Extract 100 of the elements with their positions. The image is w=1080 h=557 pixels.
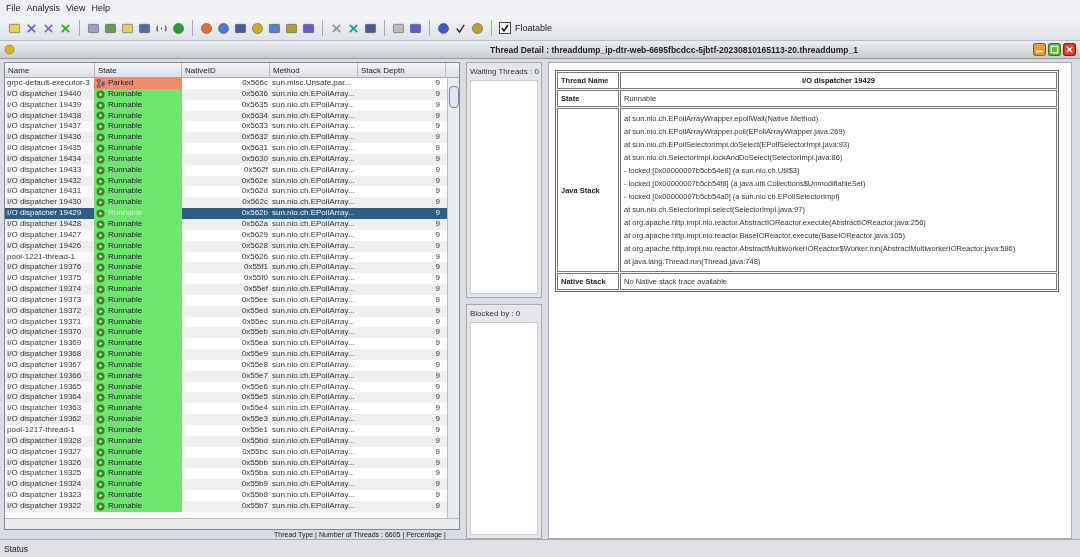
cross-icon[interactable] xyxy=(42,21,55,35)
state-label: Runnable xyxy=(108,425,143,436)
state-label: Parked xyxy=(108,78,134,89)
cross-icon[interactable] xyxy=(25,21,38,35)
table-cell-text: I/O dispatcher 19364 xyxy=(6,392,83,404)
table-cell-text: 9 xyxy=(434,305,441,317)
table-cell-text: 9 xyxy=(434,435,441,447)
table-cell-text: sun.nio.ch.EPollArray... xyxy=(271,164,356,176)
menu-item[interactable]: Analysis xyxy=(26,3,61,13)
table-row[interactable]: I/O dispatcher 19326 Runnable 0x55bb sun.nio.ch.EPollArray... 9 xyxy=(5,457,447,469)
table-row[interactable]: I/O dispatcher 19362 Runnable 0x55e3 sun.nio.ch.EPollArray... 9 xyxy=(5,414,447,425)
table-cell-text: sun.nio.ch.EPollArray... xyxy=(271,99,356,111)
table-cell-text: 9 xyxy=(434,197,441,209)
table-cell-text: I/O dispatcher 19322 xyxy=(6,500,83,512)
table-row[interactable]: I/O dispatcher 19432 Runnable 0x562e sun.nio.ch.EPollArray... 9 xyxy=(5,175,447,187)
table-cell-text: 9 xyxy=(434,218,441,230)
table-cell-text: I/O dispatcher 19433 xyxy=(6,164,83,176)
table-cell-text: 0x562e xyxy=(240,175,269,187)
table-cell-text: 0x55e1 xyxy=(240,425,269,436)
table-row[interactable]: I/O dispatcher 19438 Runnable 0x5634 sun.nio.ch.EPollArray... 9 xyxy=(5,110,447,122)
table-cell-text: 9 xyxy=(434,500,441,512)
menu-item[interactable]: View xyxy=(66,3,86,13)
state-label: Runnable xyxy=(108,468,143,480)
table-cell-text: sun.nio.ch.EPollArray... xyxy=(271,229,356,241)
state-label: Runnable xyxy=(108,132,143,144)
state-label: Runnable xyxy=(108,414,143,425)
play-icon xyxy=(96,328,105,338)
play-icon xyxy=(96,501,105,511)
table-cell-text: 0x5636 xyxy=(240,88,269,100)
cross-icon[interactable] xyxy=(59,21,72,35)
table-cell-text: 9 xyxy=(434,88,441,100)
table-cell-text: sun.misc.Unsafe.par... xyxy=(271,78,353,89)
table-cell-text: 9 xyxy=(434,121,441,133)
table-cell-text: sun.nio.ch.EPollArray... xyxy=(271,284,356,295)
waiting-threads-label: Waiting Threads : 0 xyxy=(469,66,540,78)
table-cell-text: sun.nio.ch.EPollArray... xyxy=(271,414,356,425)
play-icon xyxy=(96,263,105,273)
table-cell-text: 0x566c xyxy=(241,78,269,89)
table-row[interactable]: I/O dispatcher 19324 Runnable 0x55b9 sun.nio.ch.EPollArray... 9 xyxy=(5,479,447,491)
state-label: Runnable xyxy=(108,110,143,122)
table-row[interactable]: I/O dispatcher 19434 Runnable 0x5630 sun.nio.ch.EPollArray... 9 xyxy=(5,153,447,165)
table-cell-text: I/O dispatcher 19430 xyxy=(6,197,83,209)
table-row[interactable]: I/O dispatcher 19426 Runnable 0x5628 sun.nio.ch.EPollArray... 9 xyxy=(5,240,447,252)
play-icon xyxy=(96,176,105,186)
table-row[interactable]: I/O dispatcher 19368 Runnable 0x55e9 sun.nio.ch.EPollArray... 9 xyxy=(5,349,447,360)
table-cell-text: 9 xyxy=(434,110,441,122)
table-cell-text: I/O dispatcher 19368 xyxy=(6,349,83,360)
column-header[interactable]: Stack Depth xyxy=(358,63,446,77)
table-cell-text: I/O dispatcher 19328 xyxy=(6,435,83,447)
table-cell-text: sun.nio.ch.EPollArray... xyxy=(271,273,356,285)
table-cell-text: 0x55b8 xyxy=(240,490,269,501)
table-cell-text: I/O dispatcher 19375 xyxy=(6,273,83,285)
table-row[interactable]: I/O dispatcher 19376 Runnable 0x55f1 sun.nio.ch.EPollArray... 9 xyxy=(5,262,447,274)
table-cell-text: 0x55e7 xyxy=(240,370,269,382)
column-header[interactable]: NativeID xyxy=(182,63,270,77)
menu-item[interactable]: Help xyxy=(91,3,110,13)
table-row[interactable]: I/O dispatcher 19322 Runnable 0x55b7 sun.nio.ch.EPollArray... 9 xyxy=(5,500,447,512)
table-cell-text: I/O dispatcher 19439 xyxy=(6,99,83,111)
column-header[interactable]: Method xyxy=(270,63,358,77)
table-row[interactable]: I/O dispatcher 19429 Runnable 0x562b sun.nio.ch.EPollArray... 9 xyxy=(5,208,447,219)
table-cell-text: 0x55ee xyxy=(240,294,269,306)
table-cell-text: I/O dispatcher 19435 xyxy=(6,143,83,154)
maximize-button[interactable] xyxy=(1048,43,1061,56)
table-row[interactable]: I/O dispatcher 19372 Runnable 0x55ed sun.nio.ch.EPollArray... 9 xyxy=(5,305,447,317)
table-row[interactable]: I/O dispatcher 19374 Runnable 0x55ef sun.nio.ch.EPollArray... 9 xyxy=(5,284,447,295)
table-cell-text: I/O dispatcher 19434 xyxy=(6,153,83,165)
table-cell-text: sun.nio.ch.EPollArray... xyxy=(271,132,356,144)
table-row[interactable]: I/O dispatcher 19366 Runnable 0x55e7 sun.nio.ch.EPollArray... 9 xyxy=(5,370,447,382)
column-header[interactable]: State xyxy=(95,63,182,77)
table-cell-text: sun.nio.ch.EPollArray... xyxy=(271,316,356,328)
play-icon xyxy=(96,133,105,143)
minimize-button[interactable] xyxy=(1033,43,1046,56)
table-row[interactable]: I/O dispatcher 19428 Runnable 0x562a sun.nio.ch.EPollArray... 9 xyxy=(5,218,447,230)
play-icon xyxy=(96,415,105,425)
state-label: Runnable xyxy=(108,305,143,317)
play-icon xyxy=(96,100,105,110)
table-row[interactable]: I/O dispatcher 19328 Runnable 0x55bd sun.nio.ch.EPollArray... 9 xyxy=(5,435,447,447)
table-cell-text: 0x55ef xyxy=(242,284,269,295)
menu-item[interactable]: File xyxy=(6,3,21,13)
floatable-checkbox[interactable]: Floatable xyxy=(499,22,553,34)
horizontal-scrollbar[interactable] xyxy=(5,518,459,529)
table-row[interactable]: I/O dispatcher 19440 Runnable 0x5636 sun.nio.ch.EPollArray... 9 xyxy=(5,88,447,100)
table-row[interactable]: I/O dispatcher 19430 Runnable 0x562c sun.nio.ch.EPollArray... 9 xyxy=(5,197,447,209)
table-row[interactable]: I/O dispatcher 19364 Runnable 0x55e5 sun.nio.ch.EPollArray... 9 xyxy=(5,392,447,404)
vertical-scrollbar[interactable] xyxy=(447,78,459,518)
column-header[interactable]: Name xyxy=(5,63,95,77)
state-label: Runnable xyxy=(108,500,143,512)
table-row[interactable]: I/O dispatcher 19370 Runnable 0x55eb sun.nio.ch.EPollArray... 9 xyxy=(5,327,447,339)
state-label: Runnable xyxy=(108,218,143,230)
close-button[interactable] xyxy=(1063,43,1076,56)
table-cell-text: sun.nio.ch.EPollArray... xyxy=(271,392,356,404)
play-icon xyxy=(96,382,105,392)
table-cell-text: 9 xyxy=(434,240,441,252)
play-icon xyxy=(96,111,105,121)
table-cell-text: 9 xyxy=(434,403,441,415)
table-row[interactable]: I/O dispatcher 19436 Runnable 0x5632 sun.nio.ch.EPollArray... 9 xyxy=(5,132,447,144)
table-cell-text: 9 xyxy=(434,294,441,306)
state-label: Runnable xyxy=(108,153,143,165)
table-cell-text: 9 xyxy=(434,457,441,469)
table-cell-text: 0x55bb xyxy=(240,457,269,469)
